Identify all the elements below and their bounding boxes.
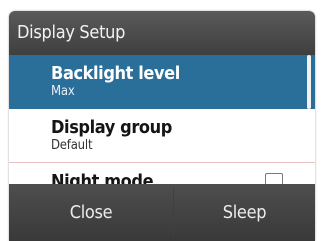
list-item-label: Backlight level bbox=[51, 63, 180, 84]
dialog-footer: Close Sleep bbox=[9, 184, 315, 241]
settings-list: Backlight level Max Display group Defaul… bbox=[9, 55, 315, 185]
dialog-title: Display Setup bbox=[9, 11, 315, 55]
list-item-display-group[interactable]: Display group Default bbox=[9, 109, 315, 163]
display-setup-dialog: Display Setup Backlight level Max Displa… bbox=[9, 11, 315, 241]
list-item-value: Default bbox=[51, 138, 93, 153]
list-item-night-mode[interactable]: Night mode bbox=[9, 163, 315, 185]
list-item-value: Max bbox=[51, 84, 75, 99]
list-item-label: Display group bbox=[51, 117, 172, 138]
scrollbar[interactable] bbox=[307, 55, 311, 109]
close-button[interactable]: Close bbox=[9, 184, 173, 241]
sleep-button[interactable]: Sleep bbox=[174, 184, 315, 241]
list-item-backlight-level[interactable]: Backlight level Max bbox=[9, 55, 315, 109]
